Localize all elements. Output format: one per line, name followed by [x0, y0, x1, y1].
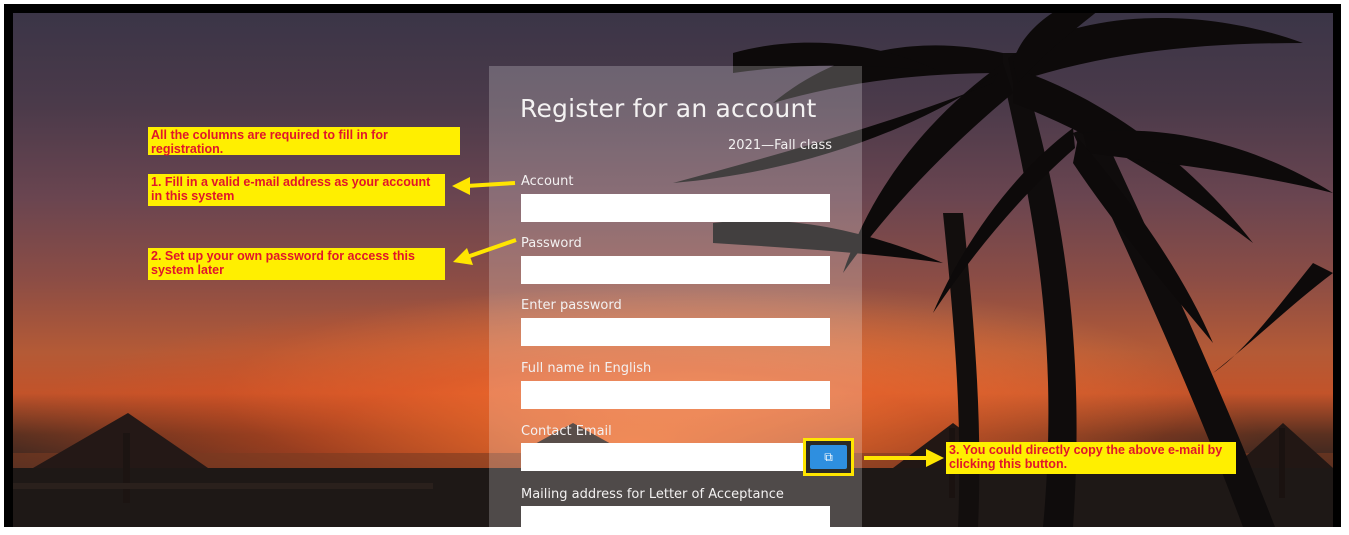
- full-name-label: Full name in English: [521, 361, 652, 376]
- full-name-input[interactable]: [521, 381, 830, 409]
- note-required: All the columns are required to fill in …: [148, 127, 460, 156]
- copy-icon: ⧉: [824, 450, 833, 464]
- confirm-password-input[interactable]: [521, 318, 830, 346]
- password-input[interactable]: [521, 256, 830, 284]
- class-subtitle: 2021—Fall class: [728, 138, 832, 153]
- password-label: Password: [521, 236, 582, 251]
- account-input[interactable]: [521, 194, 830, 222]
- page-title: Register for an account: [520, 94, 817, 123]
- note-copy-button: 3. You could directly copy the above e-m…: [946, 442, 1236, 474]
- note-password: 2. Set up your own password for access t…: [148, 248, 445, 280]
- mailing-address-label: Mailing address for Letter of Acceptance: [521, 487, 784, 502]
- contact-email-input[interactable]: [521, 443, 804, 471]
- copy-email-button[interactable]: ⧉: [810, 445, 847, 469]
- confirm-password-label: Enter password: [521, 298, 622, 313]
- note-account: 1. Fill in a valid e-mail address as you…: [148, 174, 445, 206]
- account-label: Account: [521, 174, 574, 189]
- mailing-address-input[interactable]: [521, 506, 830, 534]
- contact-email-label: Contact Email: [521, 424, 612, 439]
- copy-button-highlight: ⧉: [803, 438, 854, 476]
